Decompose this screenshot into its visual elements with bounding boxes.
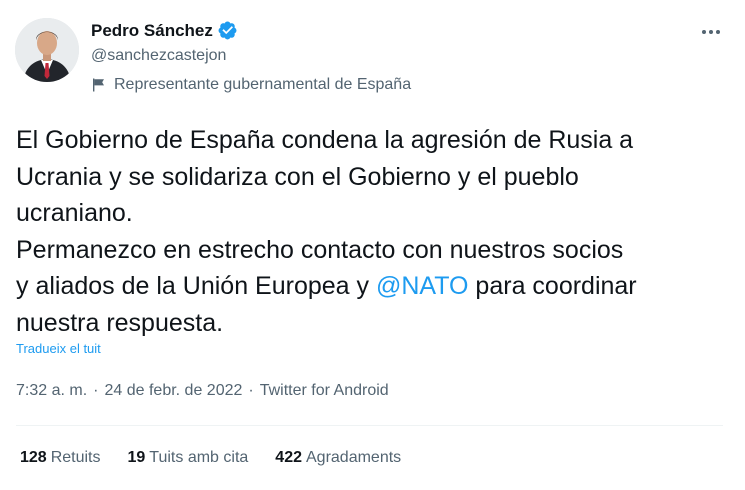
meta-separator: · (248, 382, 254, 399)
tweet-metadata: 7:32 a. m. · 24 de febr. de 2022 · Twitter f… (16, 382, 389, 400)
tweet-text-segment: y aliados de la Unión Europea y (16, 272, 376, 300)
divider (16, 425, 723, 426)
government-label-text: Representante gubernamental de España (114, 76, 412, 93)
avatar-image (15, 18, 79, 82)
translate-tweet-link[interactable]: Tradueix el tuit (16, 341, 101, 356)
avatar[interactable] (15, 18, 79, 82)
more-horizontal-icon (702, 30, 706, 34)
quote-tweets-count: 19 (127, 449, 146, 466)
likes-stat[interactable]: 422 Agradaments (275, 449, 401, 467)
tweet-time[interactable]: 7:32 a. m. (16, 382, 87, 399)
more-options-button[interactable] (697, 22, 725, 42)
tweet-source[interactable]: Twitter for Android (260, 382, 389, 399)
tweet-line: Permanezco en estrecho contacto con nues… (16, 235, 624, 264)
tweet-stats: 128 Retuits 19 Tuits amb cita 422 Agradamen… (20, 449, 428, 467)
tweet-line: El Gobierno de España condena la agresió… (16, 126, 634, 154)
meta-separator: · (93, 382, 99, 399)
tweet-line: nuestra respuesta. (16, 308, 224, 337)
author-name[interactable]: Pedro Sánchez (91, 20, 238, 41)
likes-label: Agradaments (306, 449, 402, 466)
mention-link[interactable]: @NATO (376, 272, 469, 300)
tweet-card: Pedro Sánchez @sanchezcastejon Represent… (0, 0, 745, 490)
tweet-text-segment: para coordinar (468, 272, 637, 300)
tweet-line: Ucrania y se solidariza con el Gobierno … (16, 162, 579, 191)
tweet-line: ucraniano. (16, 199, 133, 227)
retweets-label: Retuits (50, 449, 101, 466)
flag-icon (91, 77, 107, 93)
retweets-stat[interactable]: 128 Retuits (20, 449, 101, 467)
retweets-count: 128 (20, 449, 47, 466)
tweet-line: y aliados de la Unión Europea y @NATO pa… (16, 268, 731, 305)
author-handle[interactable]: @sanchezcastejon (91, 47, 226, 65)
tweet-text: El Gobierno de España condena la agresió… (16, 122, 731, 341)
quote-tweets-label: Tuits amb cita (149, 449, 249, 466)
tweet-date[interactable]: 24 de febr. de 2022 (104, 382, 242, 399)
quote-tweets-stat[interactable]: 19 Tuits amb cita (128, 449, 249, 467)
verified-badge-icon (217, 20, 238, 41)
government-label: Representante gubernamental de España (91, 76, 411, 94)
author-name-text[interactable]: Pedro Sánchez (91, 21, 213, 41)
likes-count: 422 (275, 449, 302, 466)
